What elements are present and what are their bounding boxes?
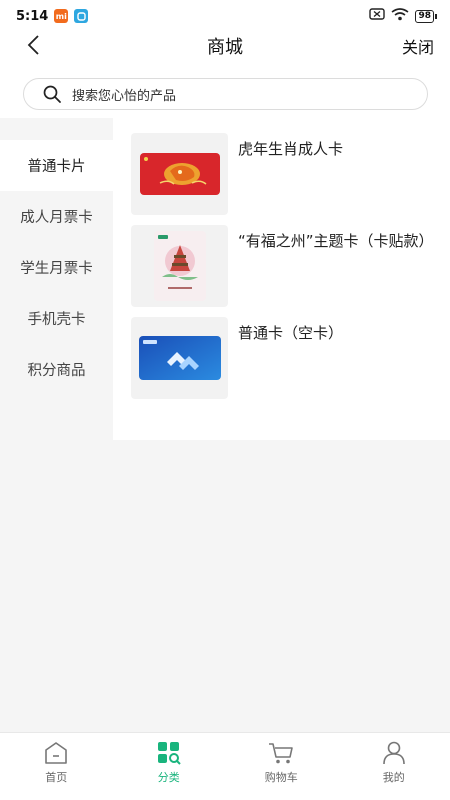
battery-indicator: 98 [415,9,437,23]
chat-app-icon [74,9,89,23]
tab-cart[interactable]: 购物车 [225,733,338,800]
home-icon [45,742,68,764]
page-title: 商城 [207,37,243,58]
tiger-card-image [139,153,220,195]
category-icon [157,742,181,765]
sidebar-item-student-monthly-card[interactable]: 学生月票卡 [0,242,113,293]
tab-category[interactable]: 分类 [113,733,226,800]
cart-icon [269,743,294,764]
search-input[interactable]: 搜索您心怡的产品 [23,78,428,110]
product-thumbnail [131,317,228,399]
product-name: 普通卡（空卡） [238,324,344,342]
tab-home[interactable]: 首页 [0,733,113,800]
status-left: 5:14 mi [16,8,89,24]
tab-profile-label: 我的 [382,771,405,784]
sidebar-item-adult-monthly-card[interactable]: 成人月票卡 [0,191,113,242]
status-time: 5:14 [16,8,49,24]
product-item[interactable]: 虎年生肖成人卡 [131,133,431,217]
blank-card-image [138,336,221,380]
status-right: 98 [369,7,437,25]
tab-category-label: 分类 [157,771,180,784]
close-button[interactable]: 关闭 [402,34,434,58]
product-thumbnail [131,225,228,307]
header-bar: 商城 关闭 [0,28,450,64]
tab-profile[interactable]: 我的 [338,733,450,800]
chevron-left-icon [27,35,39,55]
search-placeholder: 搜索您心怡的产品 [72,88,177,104]
wifi-icon [391,7,409,25]
profile-icon [382,741,405,765]
bottom-tab-bar: 首页 分类 购物车 我的 [0,732,450,800]
tab-home-label: 首页 [45,771,68,784]
sidebar-item-phone-case-card[interactable]: 手机壳卡 [0,293,113,344]
product-item[interactable]: 普通卡（空卡） [131,317,431,401]
category-sidebar: 普通卡片 成人月票卡 学生月票卡 手机壳卡 积分商品 [0,118,113,732]
fuzhou-theme-card-image [153,231,206,301]
back-button[interactable] [18,30,48,60]
product-list: 虎年生肖成人卡 “有福之州”主题卡（卡贴款） 普通卡（空卡） [113,118,450,440]
sidebar-item-points-goods[interactable]: 积分商品 [0,344,113,395]
tab-cart-label: 购物车 [264,771,298,784]
sidebar-item-regular-card[interactable]: 普通卡片 [0,140,113,191]
product-name: 虎年生肖成人卡 [238,140,344,158]
mi-app-icon: mi [54,9,69,23]
product-thumbnail [131,133,228,215]
product-item[interactable]: “有福之州”主题卡（卡贴款） [131,225,434,309]
sim-off-icon [369,8,386,24]
search-icon [43,85,61,103]
product-name: “有福之州”主题卡（卡贴款） [238,232,434,250]
content-area: 普通卡片 成人月票卡 学生月票卡 手机壳卡 积分商品 虎年生肖成人卡 “有福之州… [0,118,450,732]
